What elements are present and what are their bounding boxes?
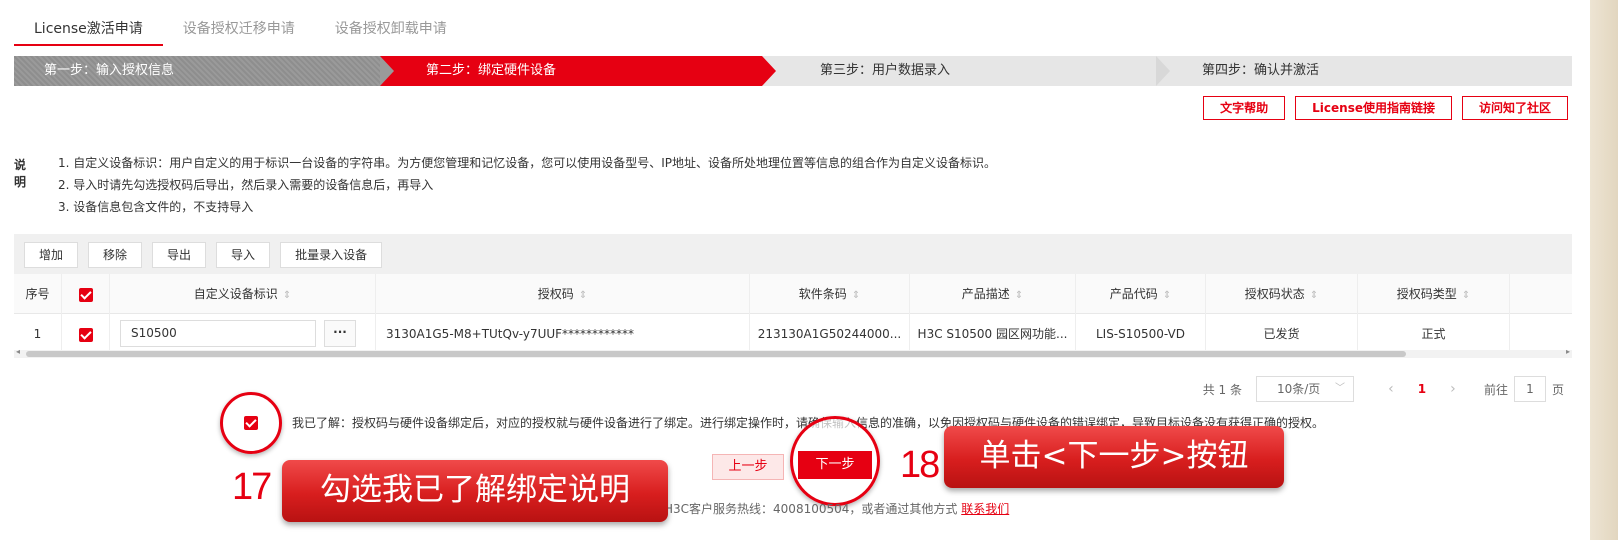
step-3: 第三步：用户数据录入 bbox=[762, 56, 1156, 86]
header-extra bbox=[1510, 274, 1572, 314]
import-button[interactable]: 导入 bbox=[216, 242, 271, 268]
total-count: 共 1 条 bbox=[1202, 382, 1242, 397]
steps-bar: 第一步：输入授权信息 第二步：绑定硬件设备 第三步：用户数据录入 第四步：确认并… bbox=[14, 56, 1572, 86]
scroll-right-icon[interactable]: ▸ bbox=[1566, 347, 1570, 356]
contact-us-link[interactable]: 联系我们 bbox=[961, 502, 1009, 516]
text-help-button[interactable]: 文字帮助 bbox=[1203, 96, 1286, 120]
more-button[interactable]: ··· bbox=[324, 320, 356, 347]
background-edge bbox=[1590, 0, 1618, 540]
step-1: 第一步：输入授权信息 bbox=[14, 56, 380, 86]
sort-icon[interactable]: ⇕ bbox=[1310, 290, 1318, 301]
export-button[interactable]: 导出 bbox=[152, 242, 207, 268]
license-table: 序号 自定义设备标识 ⇕ 授权码 ⇕ 软件条码 ⇕ 产品描述 ⇕ 产品代码 ⇕ 授权码状态… bbox=[14, 274, 1572, 354]
cell-status: 已发货 bbox=[1206, 314, 1358, 354]
sort-icon[interactable]: ⇕ bbox=[852, 290, 860, 301]
goto-label: 前往 bbox=[1483, 382, 1508, 397]
page-number[interactable]: 1 bbox=[1406, 382, 1438, 396]
help-buttons: 文字帮助 License使用指南链接 访问知了社区 bbox=[1203, 96, 1568, 120]
description-line: 2. 导入时请先勾选授权码后导出，然后录入需要的设备信息后，再导入 bbox=[58, 178, 434, 192]
checkbox-checked-icon[interactable] bbox=[78, 327, 93, 342]
hotline-text: H3C客户服务热线：4008100504，或者通过其他方式 bbox=[664, 502, 958, 516]
table-header-row: 序号 自定义设备标识 ⇕ 授权码 ⇕ 软件条码 ⇕ 产品描述 ⇕ 产品代码 ⇕ 授权码状态… bbox=[14, 274, 1572, 314]
visit-community-button[interactable]: 访问知了社区 bbox=[1461, 96, 1568, 120]
cell-barcode: 213130A1G50244000... bbox=[750, 314, 910, 354]
cell-license-code: 3130A1G5-M8+TUtQv-y7UUF************ bbox=[376, 314, 750, 354]
chevron-down-icon: ﹀ bbox=[1334, 383, 1345, 394]
step-arrow bbox=[1156, 56, 1170, 86]
goto-page-input[interactable]: 1 bbox=[1513, 376, 1546, 402]
header-license-code[interactable]: 授权码 ⇕ bbox=[376, 274, 750, 314]
header-device-id[interactable]: 自定义设备标识 ⇕ bbox=[110, 274, 376, 314]
description-line: 3. 设备信息包含文件的，不支持导入 bbox=[58, 200, 254, 214]
step-arrow bbox=[380, 56, 394, 86]
pagination: 共 1 条 10条/页 ﹀ ‹ 1 › 前往 1 页 bbox=[1203, 376, 1564, 402]
cell-select bbox=[62, 314, 110, 354]
agreement-checkbox[interactable] bbox=[244, 416, 258, 430]
chevron-left-icon[interactable]: ‹ bbox=[1376, 381, 1406, 397]
page-size-select[interactable]: 10条/页 ﹀ bbox=[1255, 376, 1354, 402]
description-label: 说明 bbox=[14, 158, 27, 189]
header-description[interactable]: 产品描述 ⇕ bbox=[910, 274, 1076, 314]
scroll-thumb[interactable] bbox=[26, 351, 1406, 357]
chevron-right-icon[interactable]: › bbox=[1438, 381, 1468, 397]
checkbox-checked-icon[interactable] bbox=[78, 287, 93, 302]
header-index: 序号 bbox=[14, 274, 62, 314]
callout-number-17: 17 bbox=[232, 466, 272, 508]
callout-18: 单击<下一步>按钮 bbox=[944, 426, 1284, 488]
cell-type: 正式 bbox=[1358, 314, 1510, 354]
next-step-button[interactable]: 下一步 bbox=[798, 451, 872, 479]
top-tabs: License激活申请 设备授权迁移申请 设备授权卸载申请 bbox=[14, 10, 467, 46]
callout-17: 勾选我已了解绑定说明 bbox=[282, 460, 668, 522]
horizontal-scrollbar[interactable]: ◂ ▸ bbox=[14, 347, 1572, 358]
header-product-code[interactable]: 产品代码 ⇕ bbox=[1076, 274, 1206, 314]
cell-extra bbox=[1510, 314, 1572, 354]
cell-product-code: LIS-S10500-VD bbox=[1076, 314, 1206, 354]
tab-license-migration[interactable]: 设备授权迁移申请 bbox=[163, 10, 315, 46]
sort-icon[interactable]: ⇕ bbox=[283, 290, 291, 301]
table-row: 1 S10500 ··· 3130A1G5-M8+TUtQv-y7UUF****… bbox=[14, 314, 1572, 354]
description-line: 1. 自定义设备标识：用户自定义的用于标识一台设备的字符串。为方便您管理和记忆设… bbox=[58, 156, 997, 170]
sort-icon[interactable]: ⇕ bbox=[1163, 290, 1171, 301]
page-unit: 页 bbox=[1551, 382, 1564, 397]
table-toolbar: 增加 移除 导出 导入 批量录入设备 bbox=[14, 234, 1572, 274]
step-arrow bbox=[762, 56, 776, 86]
remove-button[interactable]: 移除 bbox=[88, 242, 143, 268]
add-button[interactable]: 增加 bbox=[24, 242, 79, 268]
step-2: 第二步：绑定硬件设备 bbox=[380, 56, 762, 86]
tab-license-activation[interactable]: License激活申请 bbox=[14, 10, 163, 46]
cell-description: H3C S10500 园区网功能... bbox=[910, 314, 1076, 354]
batch-enter-devices-button[interactable]: 批量录入设备 bbox=[280, 242, 383, 268]
prev-step-button[interactable]: 上一步 bbox=[712, 454, 784, 480]
sort-icon[interactable]: ⇕ bbox=[1015, 290, 1023, 301]
device-id-input[interactable]: S10500 bbox=[120, 320, 316, 347]
sort-icon[interactable]: ⇕ bbox=[579, 290, 587, 301]
header-status[interactable]: 授权码状态 ⇕ bbox=[1206, 274, 1358, 314]
header-type[interactable]: 授权码类型 ⇕ bbox=[1358, 274, 1510, 314]
tab-license-uninstall[interactable]: 设备授权卸载申请 bbox=[315, 10, 467, 46]
license-guide-link-button[interactable]: License使用指南链接 bbox=[1295, 96, 1452, 120]
header-select-all bbox=[62, 274, 110, 314]
cell-device-id: S10500 ··· bbox=[110, 314, 376, 354]
sort-icon[interactable]: ⇕ bbox=[1462, 290, 1470, 301]
cell-index: 1 bbox=[14, 314, 62, 354]
scroll-left-icon[interactable]: ◂ bbox=[16, 347, 20, 356]
step-4: 第四步：确认并激活 bbox=[1156, 56, 1572, 86]
footer: H3C客户服务热线：4008100504，或者通过其他方式 联系我们 bbox=[664, 500, 1009, 517]
header-barcode[interactable]: 软件条码 ⇕ bbox=[750, 274, 910, 314]
callout-number-18: 18 bbox=[900, 444, 940, 486]
